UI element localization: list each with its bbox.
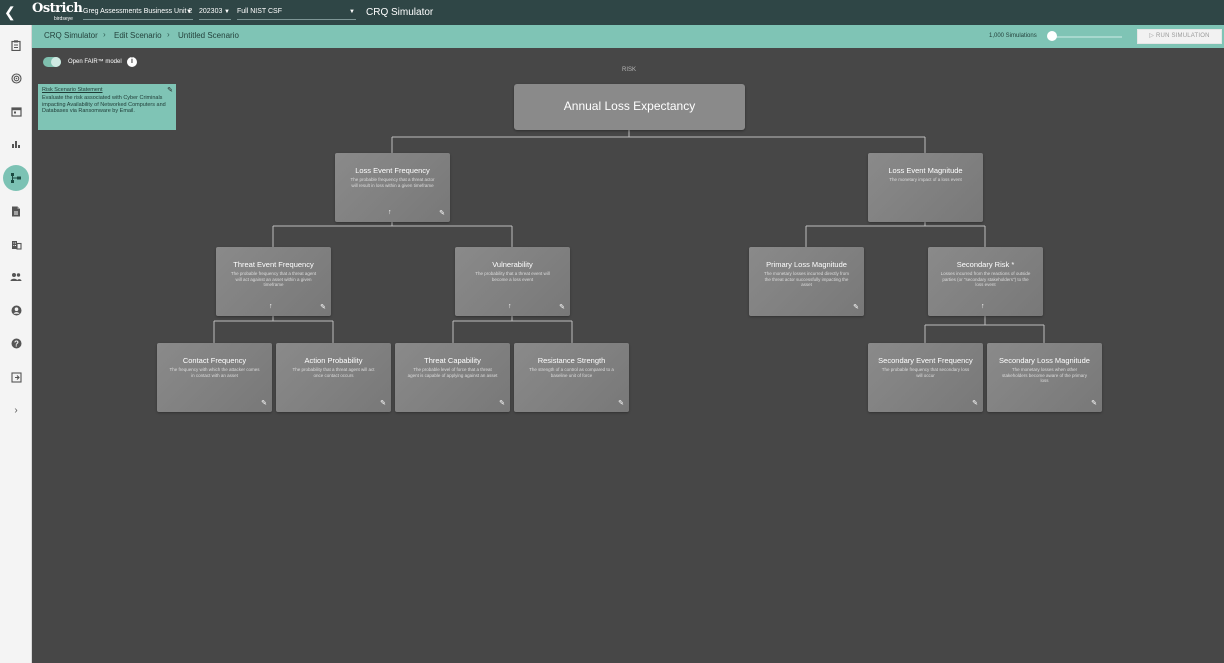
- node-title: Vulnerability: [492, 260, 533, 269]
- statement-title[interactable]: Risk Scenario Statement: [42, 87, 172, 93]
- framework-value: Full NIST CSF: [237, 8, 282, 15]
- node-title: Primary Loss Magnitude: [766, 260, 847, 269]
- threat-event-frequency-node[interactable]: Threat Event Frequency The probable freq…: [216, 247, 331, 316]
- pencil-icon[interactable]: ✎: [261, 399, 267, 407]
- arrow-up-icon[interactable]: ↑: [388, 209, 392, 216]
- people-icon[interactable]: [6, 267, 26, 287]
- secondary-loss-magnitude-node[interactable]: Secondary Loss Magnitude The monetary lo…: [987, 343, 1102, 412]
- node-title: Secondary Event Frequency: [878, 356, 973, 365]
- node-description: The monetary losses when other stakehold…: [1001, 367, 1088, 383]
- chevron-right-icon: ›: [103, 30, 106, 39]
- business-unit-select[interactable]: Greg Assessments Business Unit 2 ▼: [83, 5, 193, 20]
- loss-event-frequency-node[interactable]: Loss Event Frequency The probable freque…: [335, 153, 450, 222]
- pencil-icon[interactable]: ✎: [1091, 399, 1097, 407]
- node-description: The strength of a control as compared to…: [529, 367, 614, 378]
- secondary-event-frequency-node[interactable]: Secondary Event Frequency The probable f…: [868, 343, 983, 412]
- pencil-icon[interactable]: ✎: [972, 399, 978, 407]
- back-icon[interactable]: ❮: [4, 4, 18, 20]
- svg-text:?: ?: [14, 339, 19, 348]
- toggle-knob: [51, 57, 61, 67]
- primary-loss-magnitude-node[interactable]: Primary Loss Magnitude The monetary loss…: [749, 247, 864, 316]
- node-description: The probable level of force that a threa…: [407, 367, 498, 378]
- node-title: Contact Frequency: [182, 356, 247, 365]
- annual-loss-expectancy-node[interactable]: Annual Loss Expectancy: [514, 84, 745, 130]
- info-icon[interactable]: i: [127, 57, 137, 67]
- vulnerability-node[interactable]: Vulnerability The probability that a thr…: [455, 247, 570, 316]
- help-icon[interactable]: ?: [6, 333, 26, 353]
- bar-chart-icon[interactable]: [6, 134, 26, 154]
- node-description: The frequency with which the attacker co…: [169, 367, 260, 378]
- node-description: The probability that a threat agent will…: [292, 367, 375, 378]
- pencil-icon[interactable]: ✎: [559, 303, 565, 311]
- node-description: The probable frequency that a threat age…: [230, 271, 317, 287]
- node-title: Resistance Strength: [537, 356, 606, 365]
- breadcrumb-item-crq-simulator[interactable]: CRQ Simulator: [44, 31, 98, 40]
- calendar-icon[interactable]: [6, 101, 26, 121]
- building-icon[interactable]: [6, 234, 26, 254]
- loss-event-magnitude-node[interactable]: Loss Event Magnitude The monetary impact…: [868, 153, 983, 222]
- pencil-icon[interactable]: ✎: [618, 399, 624, 407]
- chevron-right-icon[interactable]: ›: [6, 400, 26, 420]
- sidebar: ? ›: [0, 25, 32, 663]
- node-title: Threat Event Frequency: [233, 260, 314, 269]
- node-description: The probable frequency that secondary lo…: [881, 367, 970, 378]
- pencil-icon[interactable]: ✎: [320, 303, 326, 311]
- pencil-icon[interactable]: ✎: [853, 303, 859, 311]
- pencil-icon[interactable]: ✎: [439, 209, 445, 217]
- node-description: Losses incurred from the reactions of ou…: [940, 271, 1031, 287]
- secondary-risk-node[interactable]: Secondary Risk * Losses incurred from th…: [928, 247, 1043, 316]
- run-simulation-button[interactable]: ▷ RUN SIMULATION: [1137, 29, 1222, 44]
- node-description: The monetary losses incurred directly fr…: [763, 271, 850, 287]
- breadcrumb-item-edit-scenario[interactable]: Edit Scenario: [114, 31, 162, 40]
- simulations-slider-track[interactable]: [1050, 36, 1122, 38]
- account-icon[interactable]: [6, 300, 26, 320]
- node-title: Loss Event Magnitude: [888, 166, 963, 175]
- clipboard-icon[interactable]: [6, 35, 26, 55]
- node-title: Threat Capability: [424, 356, 481, 365]
- node-description: The probable frequency that a threat act…: [350, 177, 435, 188]
- breadcrumb: CRQ Simulator › Edit Scenario › Untitled…: [32, 25, 1224, 48]
- open-fair-label: Open FAIR™ model: [68, 59, 122, 65]
- simulator-tree-icon[interactable]: [3, 165, 29, 191]
- node-title: Loss Event Frequency: [355, 166, 430, 175]
- framework-select[interactable]: Full NIST CSF ▼: [237, 5, 356, 20]
- pencil-icon[interactable]: ✎: [380, 399, 386, 407]
- play-icon: ▷: [1149, 33, 1155, 39]
- arrow-up-icon[interactable]: ↑: [508, 303, 512, 310]
- arrow-up-icon[interactable]: ↑: [981, 303, 985, 310]
- simulations-slider-thumb[interactable]: [1047, 31, 1057, 41]
- node-description: The probability that a threat event will…: [475, 271, 550, 282]
- node-description: The monetary impact of a loss event: [889, 177, 962, 182]
- statement-body: Evaluate the risk associated with Cyber …: [42, 95, 166, 114]
- arrow-up-icon[interactable]: ↑: [269, 303, 273, 310]
- business-unit-value: Greg Assessments Business Unit 2: [83, 8, 193, 15]
- pencil-icon[interactable]: ✎: [499, 399, 505, 407]
- top-bar: ❮ Ostrich birdseye Greg Assessments Busi…: [0, 0, 1224, 25]
- period-value: 202303: [199, 8, 223, 15]
- chevron-down-icon: ▼: [224, 9, 230, 15]
- chevron-right-icon: ›: [167, 30, 170, 39]
- threat-capability-node[interactable]: Threat Capability The probable level of …: [395, 343, 510, 412]
- breadcrumb-item-untitled-scenario: Untitled Scenario: [178, 31, 239, 40]
- radar-icon[interactable]: [6, 68, 26, 88]
- risk-scenario-statement: Risk Scenario Statement Evaluate the ris…: [38, 84, 176, 130]
- chevron-down-icon: ▼: [186, 9, 192, 15]
- action-probability-node[interactable]: Action Probability The probability that …: [276, 343, 391, 412]
- contact-frequency-node[interactable]: Contact Frequency The frequency with whi…: [157, 343, 272, 412]
- node-title: Secondary Loss Magnitude: [999, 356, 1090, 365]
- node-title: Secondary Risk *: [956, 260, 1015, 269]
- resistance-strength-node[interactable]: Resistance Strength The strength of a co…: [514, 343, 629, 412]
- chevron-down-icon: ▼: [349, 9, 355, 15]
- logout-icon[interactable]: [6, 367, 26, 387]
- pencil-icon[interactable]: ✎: [167, 86, 173, 94]
- logo: Ostrich birdseye: [32, 1, 83, 22]
- app-title: CRQ Simulator: [366, 7, 434, 18]
- risk-label: RISK: [621, 67, 636, 73]
- run-simulation-label: RUN SIMULATION: [1156, 33, 1210, 39]
- document-icon[interactable]: [6, 201, 26, 221]
- node-title: Action Probability: [304, 356, 363, 365]
- open-fair-toggle[interactable]: [43, 57, 61, 67]
- simulations-count-label: 1,000 Simulations: [989, 33, 1037, 39]
- period-select[interactable]: 202303 ▼: [199, 5, 231, 20]
